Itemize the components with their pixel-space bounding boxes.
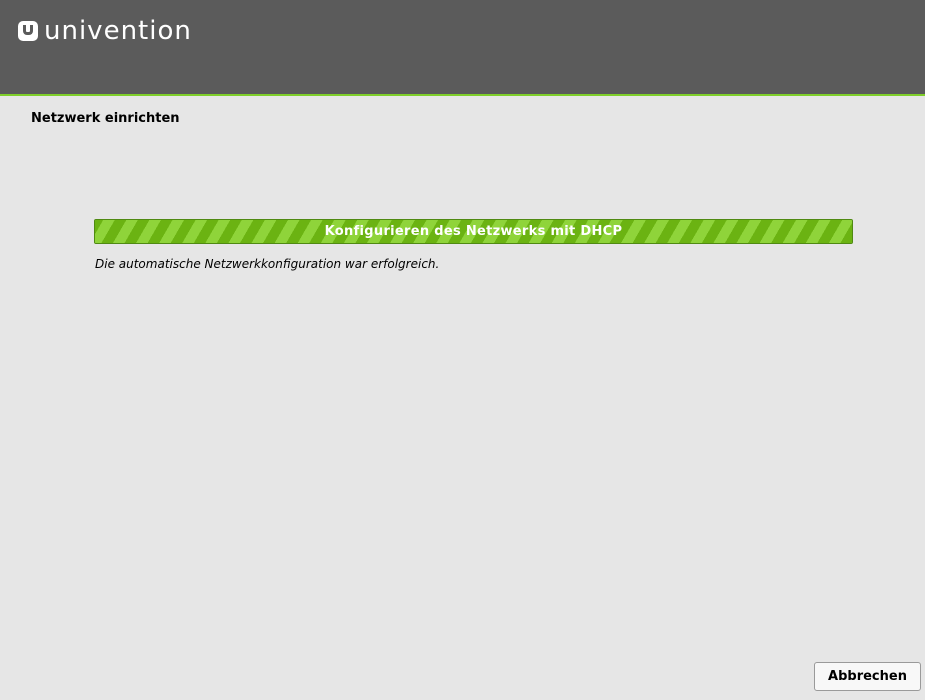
univention-logo-icon <box>18 21 38 41</box>
progress-bar: Konfigurieren des Netzwerks mit DHCP <box>94 219 853 244</box>
cancel-button[interactable]: Abbrechen <box>814 662 921 691</box>
progress-label: Konfigurieren des Netzwerks mit DHCP <box>324 224 623 239</box>
univention-logo: univention <box>18 16 192 46</box>
logo-text: univention <box>44 16 192 46</box>
progress-status-text: Die automatische Netzwerkkonfiguration w… <box>95 257 440 271</box>
header-bar: univention <box>0 0 925 96</box>
page-title: Netzwerk einrichten <box>31 111 180 126</box>
